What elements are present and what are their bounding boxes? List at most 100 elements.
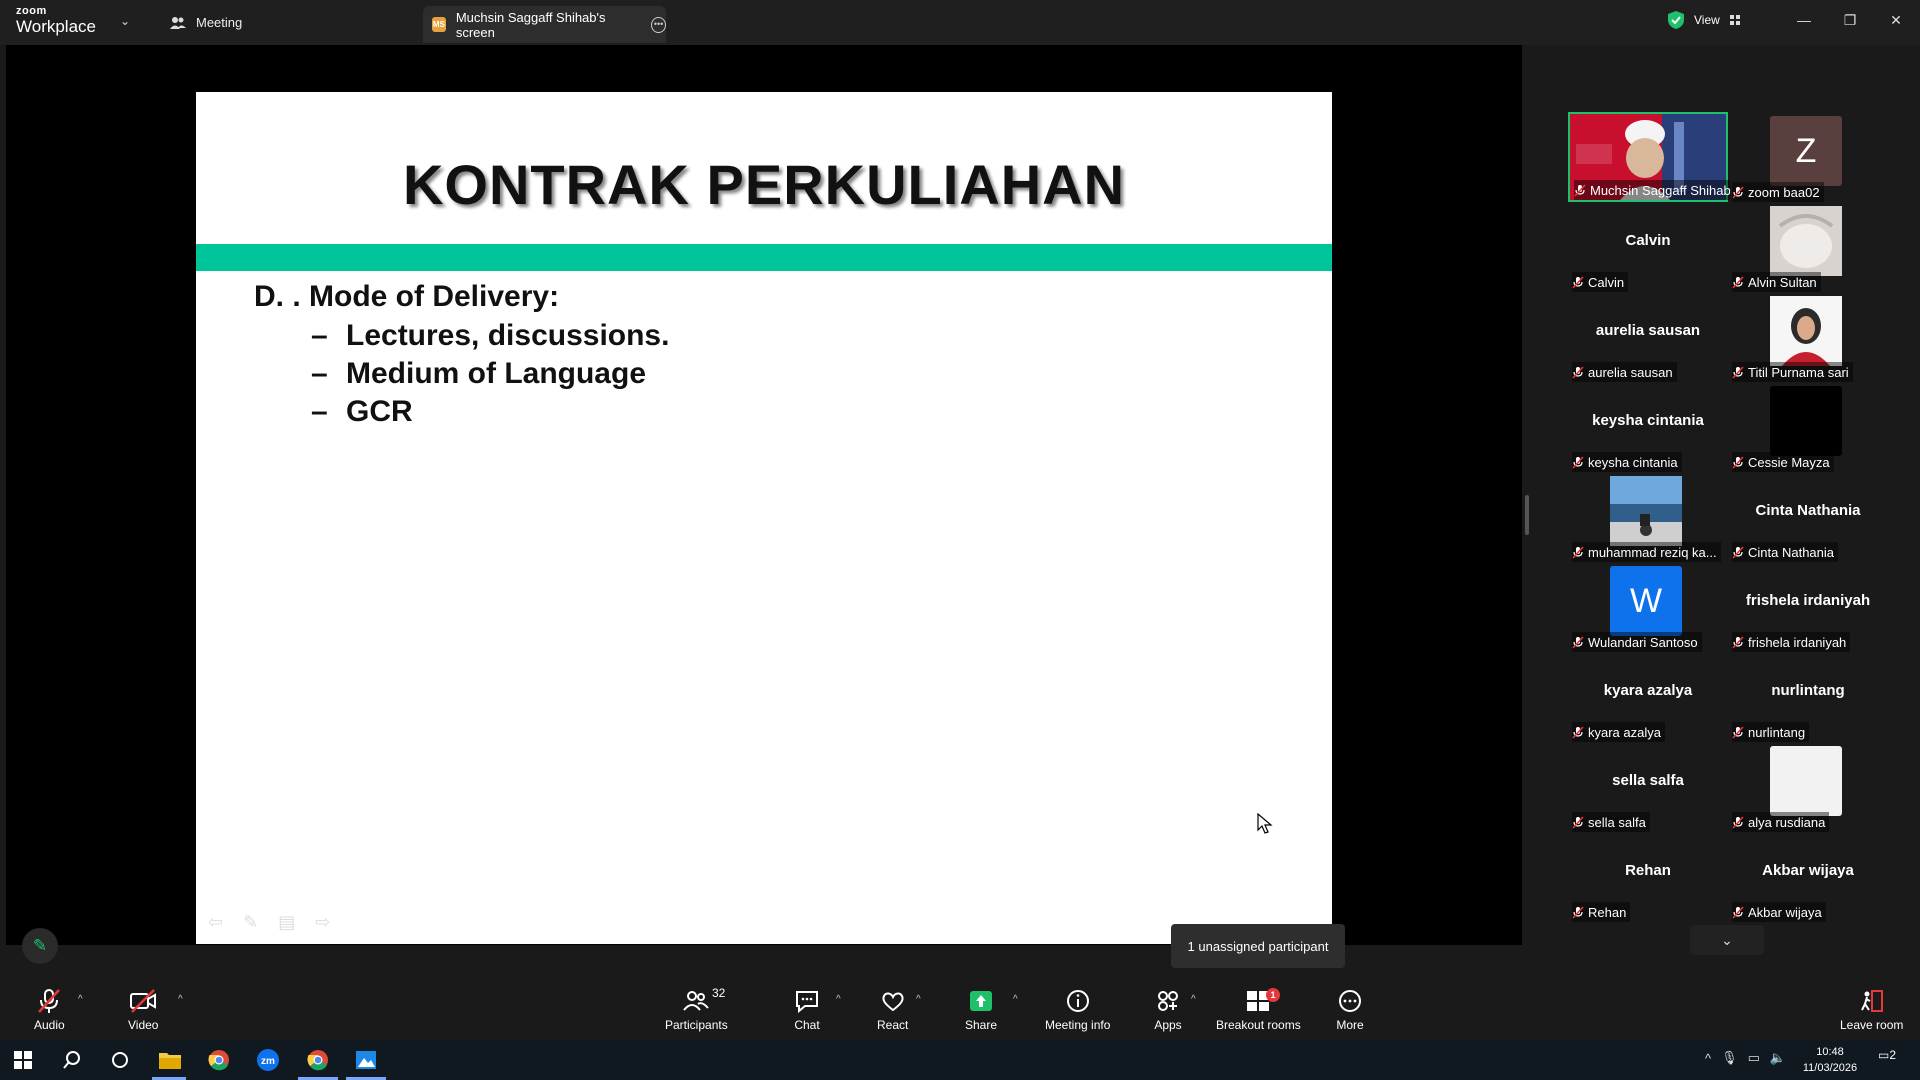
participant-tile[interactable]: alya rusdiana <box>1728 742 1888 832</box>
participant-tile[interactable]: sella salfa sella salfa <box>1568 742 1728 832</box>
participant-name-label: Rehan <box>1572 902 1631 922</box>
participant-tile[interactable]: Titil Purnama sari <box>1728 292 1888 382</box>
breakout-rooms-button[interactable]: Breakout rooms <box>1216 988 1301 1032</box>
participant-name-label: frishela irdaniyah <box>1732 632 1851 652</box>
share-button[interactable]: Share <box>965 988 997 1032</box>
chat-options-caret[interactable]: ^ <box>836 994 841 1005</box>
windows-start-icon[interactable] <box>3 1046 43 1074</box>
participant-tile[interactable]: Rehan Rehan <box>1568 832 1728 922</box>
more-options-icon[interactable]: ••• <box>651 16 666 33</box>
volume-icon[interactable]: 🔈 <box>1770 1050 1786 1066</box>
participant-name: Rehan <box>1588 904 1627 920</box>
participant-tile[interactable]: Calvin Calvin <box>1568 202 1728 292</box>
annotate-pencil-icon[interactable]: ✎ <box>22 928 58 964</box>
participant-tile[interactable]: frishela irdaniyah frishela irdaniyah <box>1728 562 1888 652</box>
participant-name: Cessie Mayza <box>1748 454 1830 470</box>
participant-tile[interactable]: Cinta Nathania Cinta Nathania <box>1728 472 1888 562</box>
meeting-info-button[interactable]: Meeting info <box>1045 988 1110 1032</box>
audio-options-caret[interactable]: ^ <box>78 994 83 1005</box>
participant-tile[interactable]: Cessie Mayza <box>1728 382 1888 472</box>
chevron-down-icon[interactable]: ⌄ <box>120 14 130 28</box>
taskbar-clock[interactable]: 10:48 11/03/2026 <box>1795 1044 1865 1076</box>
audio-button[interactable]: Audio <box>34 988 65 1032</box>
participant-tile[interactable]: keysha cintania keysha cintania <box>1568 382 1728 472</box>
participant-tile[interactable]: W Wulandari Santoso <box>1568 562 1728 652</box>
participant-tile[interactable]: Muchsin Saggaff Shihab <box>1568 112 1730 202</box>
participant-tile[interactable]: Akbar wijaya Akbar wijaya <box>1728 832 1888 922</box>
participant-tile[interactable]: aurelia sausan aurelia sausan <box>1568 292 1728 382</box>
participant-name: sella salfa <box>1588 814 1646 830</box>
react-button[interactable]: React <box>877 988 908 1032</box>
share-label: Share <box>965 1018 998 1032</box>
slide-heading: D. . Mode of Delivery: <box>254 280 560 313</box>
minimize-button[interactable]: — <box>1781 0 1827 40</box>
microphone-icon[interactable]: 🎙 <box>1721 1050 1738 1066</box>
participant-name-label: zoom baa02 <box>1732 182 1824 202</box>
prev-slide-icon[interactable]: ⇦ <box>208 912 223 933</box>
participant-display-name: sella salfa <box>1612 772 1684 789</box>
photos-app-icon[interactable] <box>346 1046 386 1074</box>
chat-button[interactable]: Chat <box>793 988 821 1032</box>
video-options-caret[interactable]: ^ <box>178 994 183 1005</box>
view-button[interactable]: View <box>1668 7 1768 33</box>
pen-icon[interactable]: ✎ <box>243 912 258 933</box>
clock-time: 10:48 <box>1816 1046 1844 1058</box>
mic-muted-icon <box>1572 455 1584 469</box>
task-view-icon[interactable] <box>100 1046 140 1074</box>
panel-resize-handle[interactable] <box>1525 495 1529 535</box>
slide-menu-icon[interactable]: ▤ <box>278 912 295 933</box>
search-icon[interactable] <box>52 1046 92 1074</box>
chrome-icon[interactable] <box>298 1046 338 1074</box>
tray-chevron-up-icon[interactable]: ^ <box>1705 1051 1711 1066</box>
tab-shared-screen[interactable]: MS Muchsin Saggaff Shihab's screen ••• <box>423 6 666 43</box>
windows-taskbar: zm ^ 🎙 ▭ 🔈 10:48 11/03/2026 ▭2 <box>0 1040 1920 1080</box>
avatar: Z <box>1770 116 1842 186</box>
leave-label: Leave room <box>1840 1018 1904 1032</box>
mic-muted-icon <box>1732 455 1744 469</box>
participant-display-name: Rehan <box>1625 862 1671 879</box>
apps-button[interactable]: Apps <box>1154 988 1182 1032</box>
view-label: View <box>1694 13 1720 27</box>
list-item: – Lectures, discussions. <box>311 319 670 352</box>
video-button[interactable]: Video <box>128 988 158 1032</box>
avatar <box>1770 746 1842 816</box>
mic-muted-icon <box>1572 635 1584 649</box>
participant-tile[interactable]: Alvin Sultan <box>1728 202 1888 292</box>
participant-tile[interactable]: Zzoom baa02 <box>1728 112 1888 202</box>
share-options-caret[interactable]: ^ <box>1013 994 1018 1005</box>
video-label: Video <box>128 1018 159 1032</box>
zoom-workplace-logo[interactable]: zoom Workplace <box>16 6 96 36</box>
zoom-app-icon[interactable]: zm <box>248 1046 288 1074</box>
breakout-notification-badge: 1 <box>1266 988 1280 1002</box>
mic-muted-icon <box>1732 185 1744 199</box>
chat-icon <box>796 991 818 1014</box>
participant-tile[interactable]: muhammad reziq ka... <box>1568 472 1728 562</box>
leave-room-button[interactable]: Leave room <box>1840 988 1903 1032</box>
slide-bullet-list: – Lectures, discussions. – Medium of Langu… <box>311 317 669 431</box>
restore-button[interactable]: ❐ <box>1827 0 1873 40</box>
react-options-caret[interactable]: ^ <box>916 994 921 1005</box>
tab-meeting[interactable]: Meeting <box>170 0 242 45</box>
participant-name-label: sella salfa <box>1572 812 1650 832</box>
participant-tile[interactable]: kyara azalya kyara azalya <box>1568 652 1728 742</box>
participant-name: zoom baa02 <box>1748 184 1820 200</box>
close-button[interactable]: ✕ <box>1873 0 1919 40</box>
mic-muted-icon <box>1732 905 1744 919</box>
avatar <box>1770 206 1842 276</box>
gallery-scroll-down-button[interactable]: ⌄ <box>1690 925 1764 955</box>
grid-view-icon <box>1729 15 1740 25</box>
participant-display-name: aurelia sausan <box>1595 322 1701 339</box>
svg-text:zm: zm <box>261 1056 275 1067</box>
chrome-icon[interactable] <box>199 1046 239 1074</box>
next-slide-icon[interactable]: ⇨ <box>315 912 330 933</box>
apps-options-caret[interactable]: ^ <box>1191 994 1196 1005</box>
brand-bottom: Workplace <box>16 17 96 36</box>
participant-gallery: Muchsin Saggaff Shihab Zzoom baa02 Calvin C… <box>1530 45 1920 945</box>
notification-center-icon[interactable]: ▭2 <box>1878 1048 1896 1062</box>
more-icon <box>1339 990 1361 1012</box>
participant-tile[interactable]: nurlintang nurlintang <box>1728 652 1888 742</box>
file-explorer-icon[interactable] <box>150 1046 190 1074</box>
more-button[interactable]: More <box>1336 988 1364 1032</box>
network-icon[interactable]: ▭ <box>1748 1050 1760 1066</box>
breakout-tooltip: 1 unassigned participant <box>1171 924 1345 968</box>
